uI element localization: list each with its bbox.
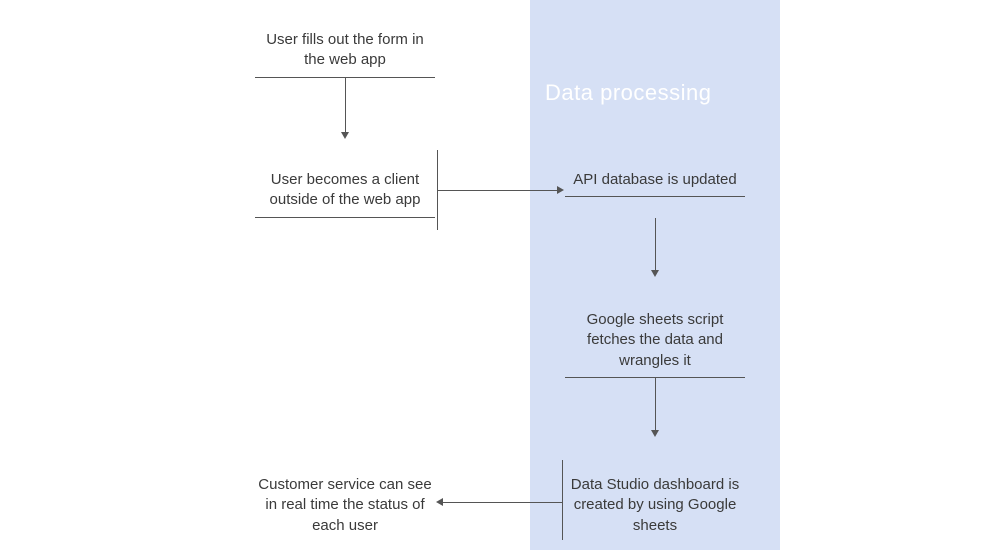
node-divider	[565, 196, 745, 197]
node-api: API database is updated	[565, 170, 745, 197]
node-api-text: API database is updated	[565, 170, 745, 190]
node-client: User becomes a client outside of the web…	[255, 170, 435, 218]
node-dashboard: Data Studio dashboard is created by usin…	[565, 475, 745, 536]
arrow-dashboard-to-cs	[443, 502, 563, 503]
arrow-head-right-icon	[557, 186, 564, 194]
connector-tail	[562, 460, 563, 540]
node-sheets-script: Google sheets script fetches the data an…	[565, 310, 745, 378]
node-sheets-script-text: Google sheets script fetches the data an…	[565, 310, 745, 371]
arrow-head-left-icon	[436, 498, 443, 506]
node-customer-service: Customer service can see in real time th…	[255, 475, 435, 536]
panel-title: Data processing	[545, 80, 711, 106]
arrow-form-to-client	[345, 78, 346, 132]
arrow-script-to-dashboard	[655, 378, 656, 430]
node-divider	[255, 217, 435, 218]
arrow-client-to-api	[437, 190, 557, 191]
node-customer-service-text: Customer service can see in real time th…	[255, 475, 435, 536]
arrow-head-down-icon	[651, 270, 659, 277]
node-client-text: User becomes a client outside of the web…	[255, 170, 435, 211]
arrow-head-down-icon	[651, 430, 659, 437]
node-dashboard-text: Data Studio dashboard is created by usin…	[565, 475, 745, 536]
arrow-api-to-script	[655, 218, 656, 270]
node-form: User fills out the form in the web app	[255, 30, 435, 78]
node-form-text: User fills out the form in the web app	[255, 30, 435, 71]
arrow-head-down-icon	[341, 132, 349, 139]
